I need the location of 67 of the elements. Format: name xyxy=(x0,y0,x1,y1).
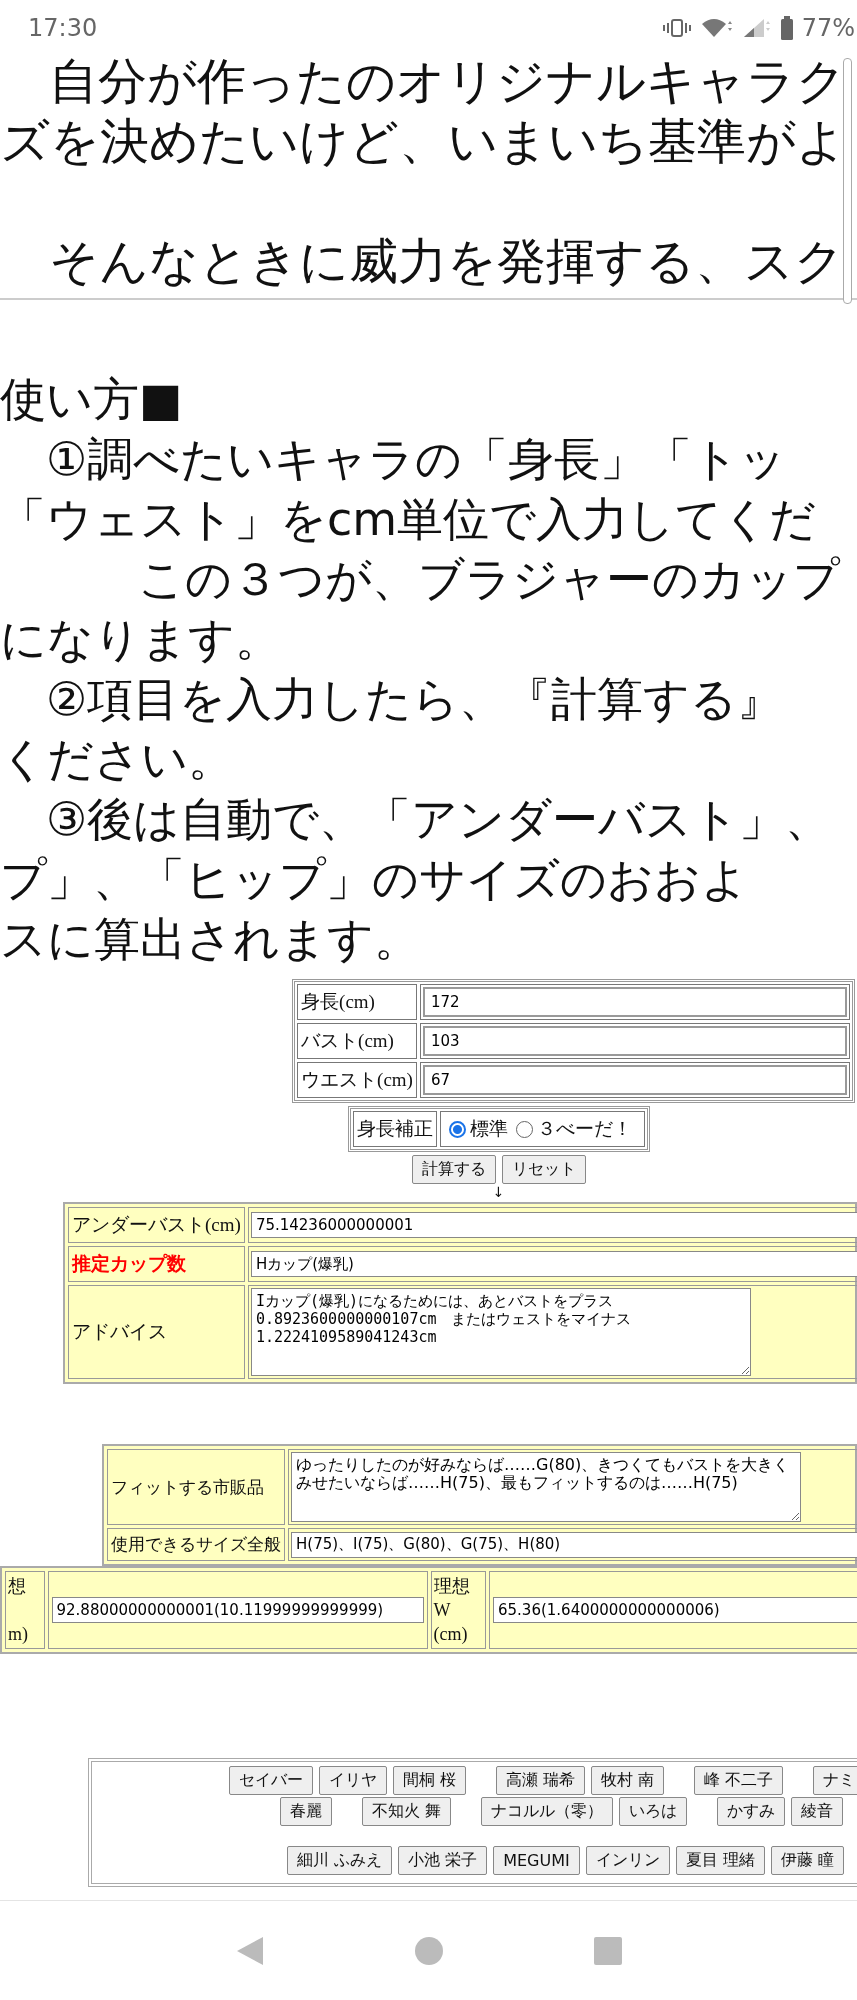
input-field[interactable]: 103 xyxy=(422,1026,847,1056)
character-button[interactable]: かすみ xyxy=(717,1797,786,1826)
result-field[interactable]: Hカップ(爆乳) xyxy=(250,1251,857,1277)
character-button[interactable]: 小池 栄子 xyxy=(398,1846,488,1875)
field-label: バスト(cm) xyxy=(297,1023,417,1059)
character-button[interactable]: 峰 不二子 xyxy=(694,1766,784,1795)
field-label: ウエスト(cm) xyxy=(297,1062,417,1098)
usage-text: ③後は自動で、「アンダーバスト」、 xyxy=(45,791,833,848)
ideal-field[interactable]: 92.88000000000001(10.11999999999999) xyxy=(51,1597,424,1623)
radio-label: ３べーだ！ xyxy=(536,1116,632,1141)
character-button[interactable]: 春麗 xyxy=(280,1797,332,1826)
character-button[interactable]: MEGUMI xyxy=(493,1846,580,1875)
usage-text: スに算出されます。 xyxy=(0,911,421,968)
usage-text: この３つが、ブラジャーのカップ xyxy=(137,551,842,608)
character-button[interactable]: 不知火 舞 xyxy=(362,1797,452,1826)
result-label: フィットする市販品 xyxy=(107,1449,285,1525)
intro-text: 自分が作ったのオリジナルキャラク xyxy=(48,52,847,112)
vibrate-icon xyxy=(661,18,692,38)
ideal-label: 想 m) xyxy=(5,1571,45,1649)
character-button[interactable]: セイバー xyxy=(229,1766,313,1795)
home-icon[interactable] xyxy=(413,1935,444,1966)
down-arrow: ↓ xyxy=(492,1184,505,1200)
character-button[interactable]: いろは xyxy=(619,1797,688,1826)
intro-text: ズを決めたいけど、いまいち基準がよ xyxy=(0,112,847,172)
input-field[interactable]: 172 xyxy=(422,987,847,1017)
character-button[interactable]: 間桐 桜 xyxy=(393,1766,467,1795)
usage-text: 「ウェスト」をcm単位で入力してくだ xyxy=(0,491,818,548)
usage-text: ②項目を入力したら、『計算する』 xyxy=(45,671,785,728)
result-field[interactable]: 75.14236000000001 xyxy=(250,1212,857,1238)
fit-textarea[interactable]: ゆったりしたのが好みならば……G(80)、きつくてもバストを大きくみせたいならば……H(75)、最もフィットするのは……H(75) xyxy=(291,1452,801,1522)
radio-button[interactable] xyxy=(448,1120,466,1138)
result-label: アドバイス xyxy=(68,1285,245,1379)
character-button[interactable]: ナコルル（零） xyxy=(481,1797,614,1826)
usage-text: ください。 xyxy=(0,731,235,788)
result-field[interactable]: H(75)、I(75)、G(80)、G(75)、H(80) xyxy=(291,1531,857,1558)
wifi-icon xyxy=(699,17,734,39)
character-button[interactable]: 綾音 xyxy=(791,1797,844,1826)
form-button[interactable]: 計算する xyxy=(411,1155,496,1184)
form-button[interactable]: リセット xyxy=(501,1155,586,1184)
result-label: 使用できるサイズ全般 xyxy=(107,1528,285,1561)
input-field[interactable]: 67 xyxy=(422,1065,847,1095)
ideal-label: 理想 W (cm) xyxy=(430,1571,486,1649)
character-button[interactable]: ナミ xyxy=(813,1766,857,1795)
battery-percent: 77% xyxy=(801,14,855,42)
recents-icon[interactable] xyxy=(592,1935,623,1966)
character-button[interactable]: 高瀬 瑞希 xyxy=(496,1766,586,1795)
scrollbar[interactable] xyxy=(843,58,852,304)
radio-label: 標準 xyxy=(469,1116,508,1141)
character-button[interactable]: 細川 ふみえ xyxy=(287,1846,393,1875)
advice-textarea[interactable]: Iカップ(爆乳)になるためには、あとバストをプラス 0.8923600000000107cm またはウェストをマイナス 1.2224109589041243cm xyxy=(250,1288,751,1376)
result-label: 推定カップ数 xyxy=(68,1246,245,1282)
field-label: 身長(cm) xyxy=(297,984,417,1020)
intro-text: そんなときに威力を発揮する、スク xyxy=(48,232,845,292)
height-correction-label: 身長補正 xyxy=(352,1111,437,1147)
character-button[interactable]: イリヤ xyxy=(319,1766,387,1795)
usage-text: プ」、「ヒップ」のサイズのおおよ xyxy=(0,851,749,908)
battery-icon xyxy=(779,16,794,40)
usage-text: ①調べたいキャラの「身長」「トッ xyxy=(45,431,788,488)
usage-text: になります。 xyxy=(0,611,282,668)
character-button[interactable]: インリン xyxy=(585,1846,670,1875)
character-button[interactable]: 伊藤 瞳 xyxy=(770,1846,844,1875)
result-label: アンダーバスト(cm) xyxy=(68,1207,245,1243)
character-button[interactable]: 牧村 南 xyxy=(591,1766,665,1795)
usage-text: 使い方■ xyxy=(0,371,184,428)
status-time: 17:30 xyxy=(28,14,98,42)
ideal-field[interactable]: 65.36(1.6400000000000006) xyxy=(493,1597,857,1623)
character-button[interactable]: 夏目 理緒 xyxy=(675,1846,765,1875)
